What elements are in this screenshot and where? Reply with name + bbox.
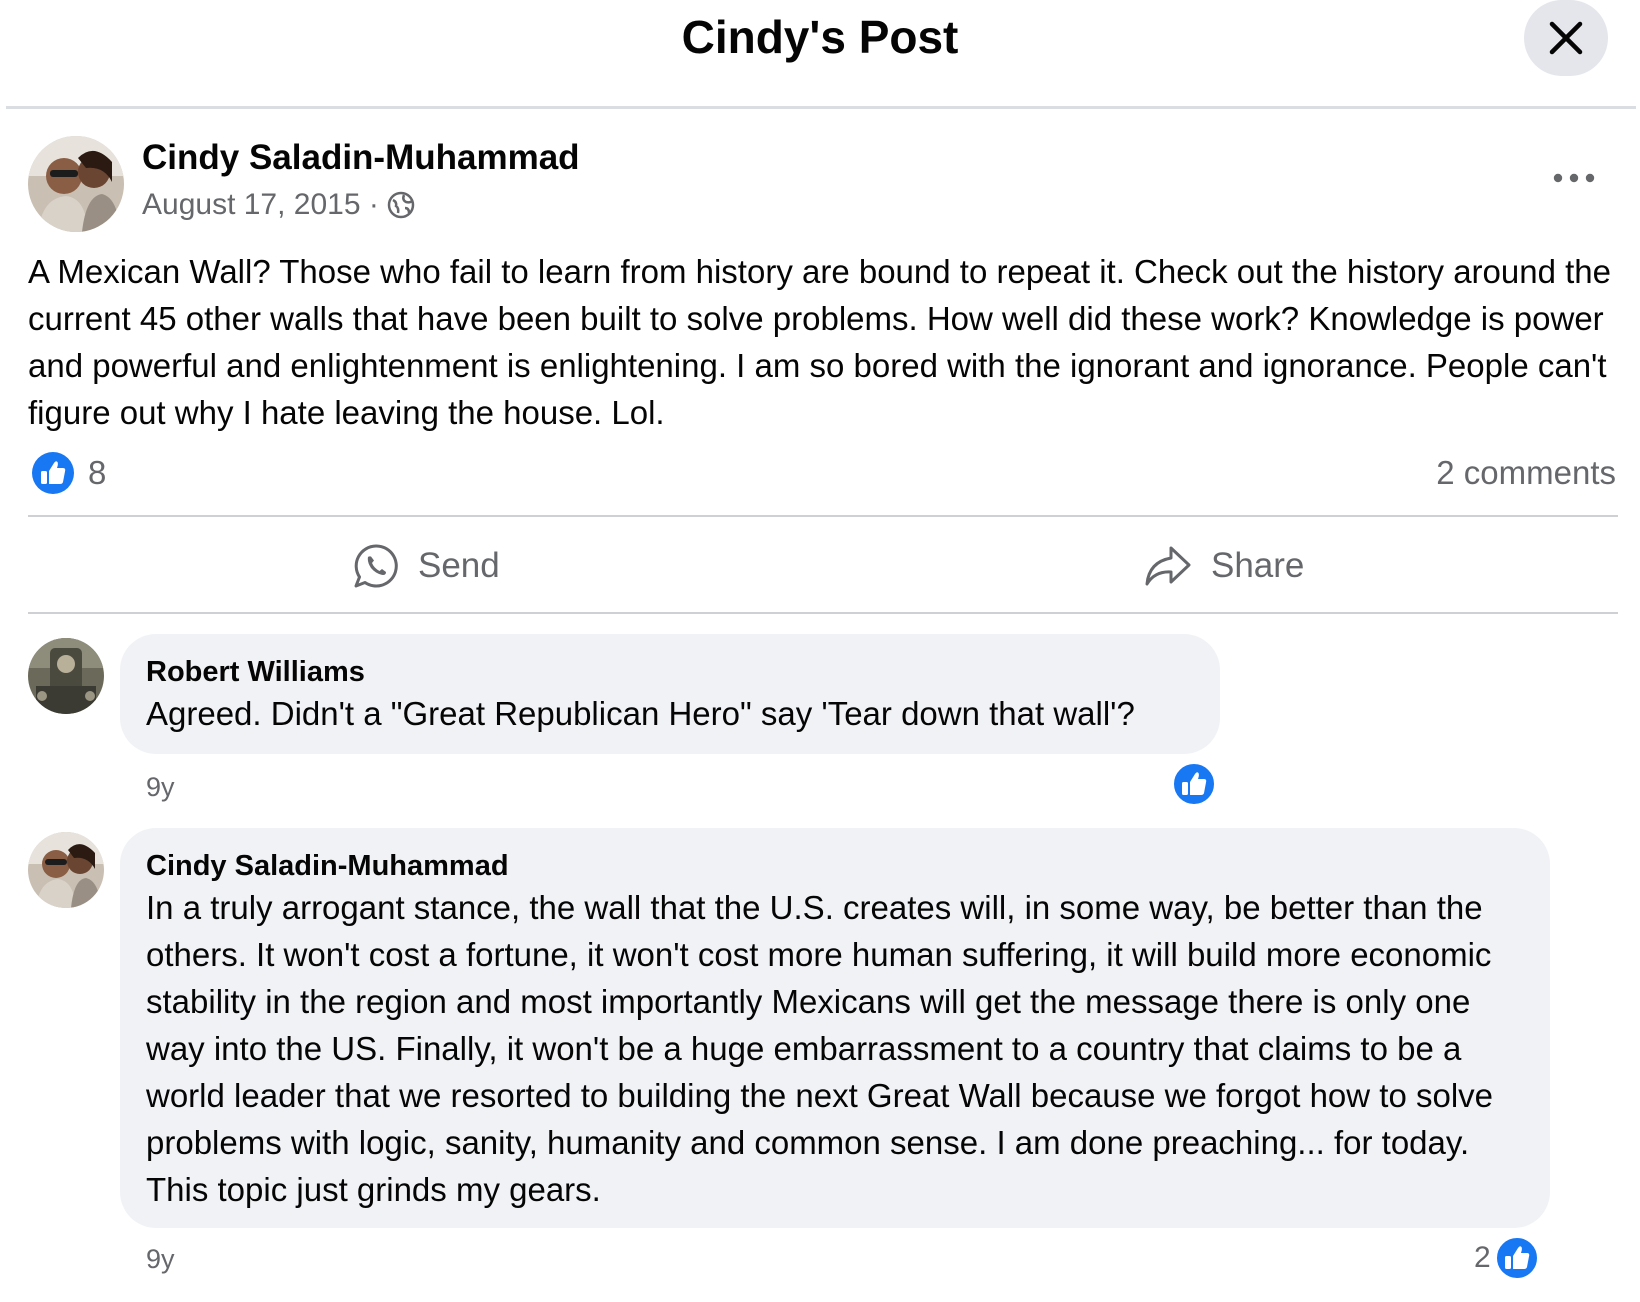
dialog-title: Cindy's Post [681, 11, 959, 63]
post-body: A Mexican Wall? Those who fail to learn … [28, 253, 1612, 431]
commenter-avatar[interactable] [28, 832, 104, 908]
more-options-button[interactable] [1548, 158, 1600, 198]
like-reaction-icon [32, 452, 74, 494]
comment-text: In a truly arrogant stance, the wall tha… [146, 889, 1494, 1208]
send-label: Send [418, 546, 500, 585]
close-button[interactable] [1524, 0, 1608, 76]
comment-text: Agreed. Didn't a "Great Republican Hero"… [146, 695, 1135, 732]
divider [28, 612, 1618, 614]
comment-bubble: Cindy Saladin-Muhammad In a truly arroga… [120, 828, 1550, 1228]
comment-bubble: Robert Williams Agreed. Didn't a "Great … [120, 634, 1220, 754]
comment-reactions[interactable] [1172, 762, 1216, 806]
post-author-name[interactable]: Cindy Saladin-Muhammad [142, 138, 580, 178]
comment-timestamp[interactable]: 9y [146, 772, 175, 803]
send-button[interactable]: Send [352, 536, 500, 596]
comments-count-link[interactable]: 2 comments [1436, 454, 1616, 492]
commenter-name[interactable]: Robert Williams [146, 656, 365, 689]
whatsapp-icon [354, 544, 398, 588]
author-avatar[interactable] [28, 136, 124, 232]
dialog-header: Cindy's Post [0, 0, 1640, 109]
post-dialog: Cindy's Post Cindy Saladin-Muhammad Augu… [0, 0, 1640, 1302]
share-icon [1145, 546, 1191, 586]
like-reaction-icon [1172, 762, 1216, 806]
more-horizontal-icon [1553, 173, 1595, 183]
share-button[interactable]: Share [1143, 536, 1304, 596]
globe-icon [387, 191, 415, 219]
commenter-avatar[interactable] [28, 638, 104, 714]
comment-timestamp[interactable]: 9y [146, 1244, 175, 1275]
header-divider [6, 106, 1636, 109]
reaction-summary[interactable]: 8 [32, 452, 106, 494]
post-meta: August 17, 2015 · [142, 188, 415, 222]
comment-reactions[interactable]: 2 [1474, 1236, 1539, 1280]
commenter-name[interactable]: Cindy Saladin-Muhammad [146, 850, 509, 883]
post-date[interactable]: August 17, 2015 · [142, 188, 379, 222]
comment-reaction-count: 2 [1474, 1241, 1491, 1274]
share-label: Share [1211, 546, 1305, 585]
like-reaction-icon [1494, 1236, 1539, 1280]
divider [28, 515, 1618, 517]
close-icon [1549, 21, 1583, 55]
reaction-count: 8 [88, 454, 107, 491]
